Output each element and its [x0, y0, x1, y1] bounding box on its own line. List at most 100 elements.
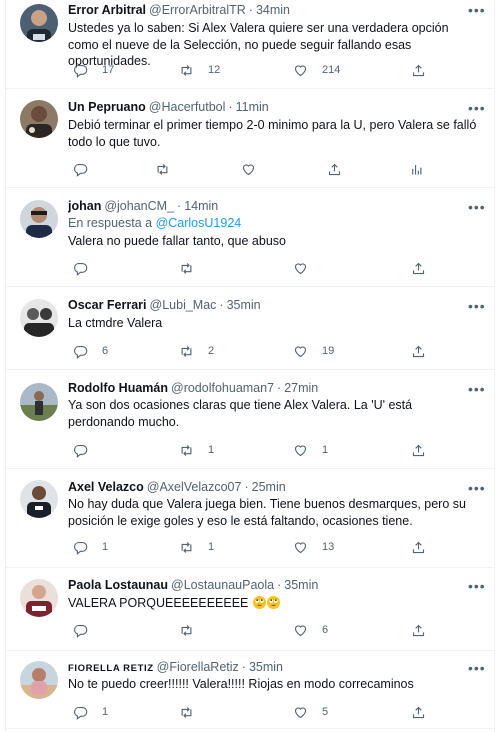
author-handle[interactable]: @FiorellaRetiz — [157, 660, 239, 674]
avatar[interactable] — [20, 579, 58, 617]
like-button[interactable]: 5 — [293, 703, 328, 721]
tweet-text: VALERA PORQUEEEEEEEEEE — [68, 596, 249, 610]
tweet-time[interactable]: 14min — [184, 199, 218, 213]
reply-button[interactable] — [73, 160, 88, 178]
author-handle[interactable]: @ErrorArbitralTR — [149, 3, 246, 17]
share-button[interactable] — [411, 621, 426, 639]
retweet-button[interactable]: 12 — [179, 61, 220, 79]
retweet-icon — [179, 344, 194, 359]
author-name[interactable]: FIORELLA RETIZ — [68, 663, 154, 674]
reply-context: En respuesta a @CarlosU1924 — [68, 215, 241, 231]
like-button[interactable] — [241, 160, 256, 178]
tweet-time[interactable]: 11min — [236, 100, 269, 114]
reply-button[interactable]: 1 — [73, 703, 108, 721]
tweet-header: Rodolfo Huamán @rodolfohuaman7 · 27min — [68, 381, 319, 395]
reply-button[interactable]: 1 — [73, 538, 108, 556]
heart-icon — [241, 162, 256, 177]
reply-icon — [73, 63, 88, 78]
like-button[interactable] — [293, 259, 308, 277]
tweet-text-row: VALERA PORQUEEEEEEEEEE — [68, 595, 480, 612]
tweet-actions: 17 12 214 — [68, 61, 480, 79]
share-button[interactable] — [411, 538, 426, 556]
heart-icon — [293, 344, 308, 359]
tweet-time[interactable]: 27min — [284, 381, 318, 395]
tweet-time[interactable]: 35min — [284, 578, 318, 592]
reply-icon — [73, 623, 88, 638]
like-button[interactable]: 19 — [293, 342, 334, 360]
reply-button[interactable]: 17 — [73, 61, 114, 79]
avatar[interactable] — [20, 480, 58, 518]
share-button[interactable] — [411, 342, 426, 360]
author-name[interactable]: Axel Velazco — [68, 480, 144, 494]
avatar[interactable] — [20, 383, 58, 421]
tweet-item[interactable]: Rodolfo Huamán @rodolfohuaman7 · 27min ••• … — [6, 370, 494, 469]
reply-button[interactable] — [73, 441, 88, 459]
like-button[interactable]: 1 — [293, 441, 328, 459]
tweet-time[interactable]: 35min — [249, 660, 283, 674]
retweet-icon — [179, 63, 194, 78]
author-name[interactable]: Oscar Ferrari — [68, 298, 147, 312]
retweet-button[interactable] — [179, 621, 194, 639]
retweet-button[interactable]: 1 — [179, 538, 214, 556]
reply-button[interactable] — [73, 621, 88, 639]
author-handle[interactable]: @LostaunauPaola — [171, 578, 274, 592]
share-button[interactable] — [411, 441, 426, 459]
like-button[interactable]: 214 — [293, 61, 340, 79]
share-button[interactable] — [411, 703, 426, 721]
share-button[interactable] — [411, 259, 426, 277]
tweet-item[interactable]: Un Pepruano @Hacerfutbol · 11min ••• Debió … — [6, 89, 494, 188]
tweet-time[interactable]: 25min — [252, 480, 286, 494]
tweet-item[interactable]: Paola Lostaunau @LostaunauPaola · 35min •••… — [6, 568, 494, 651]
more-icon[interactable]: ••• — [468, 3, 485, 20]
reply-mention-link[interactable]: @CarlosU1924 — [156, 216, 242, 230]
more-icon[interactable]: ••• — [468, 299, 485, 316]
retweet-button[interactable]: 1 — [179, 441, 214, 459]
author-handle[interactable]: @rodolfohuaman7 — [171, 381, 274, 395]
avatar[interactable] — [20, 4, 58, 42]
share-icon — [411, 540, 426, 555]
reply-button[interactable] — [73, 259, 88, 277]
more-icon[interactable]: ••• — [468, 579, 485, 596]
like-button[interactable]: 6 — [293, 621, 328, 639]
retweet-icon — [179, 261, 194, 276]
reply-icon — [73, 705, 88, 720]
more-icon[interactable]: ••• — [468, 200, 485, 217]
author-name[interactable]: Rodolfo Huamán — [68, 381, 168, 395]
share-button[interactable] — [411, 61, 426, 79]
tweet-item[interactable]: Error Arbitral @ErrorArbitralTR · 34min •••… — [6, 0, 494, 89]
tweet-feed: Error Arbitral @ErrorArbitralTR · 34min •••… — [5, 0, 495, 732]
author-handle[interactable]: @Hacerfutbol — [149, 100, 226, 114]
reply-icon — [73, 162, 88, 177]
share-button[interactable] — [327, 160, 342, 178]
like-button[interactable]: 13 — [293, 538, 334, 556]
author-handle[interactable]: @johanCM_ — [104, 199, 174, 213]
tweet-item[interactable]: Axel Velazco @AxelVelazco07 · 25min ••• No … — [6, 469, 494, 568]
avatar[interactable] — [20, 299, 58, 337]
author-handle[interactable]: @AxelVelazco07 — [147, 480, 242, 494]
tweet-time[interactable]: 35min — [227, 298, 261, 312]
retweet-button[interactable] — [179, 259, 194, 277]
tweet-text: Valera no puede fallar tanto, que abuso — [68, 234, 286, 248]
share-icon — [411, 63, 426, 78]
author-handle[interactable]: @Lubi_Mac — [150, 298, 217, 312]
author-name[interactable]: Error Arbitral — [68, 3, 146, 17]
tweet-time[interactable]: 34min — [256, 3, 290, 17]
tweet-item[interactable]: Oscar Ferrari @Lubi_Mac · 35min ••• La ctmd… — [6, 287, 494, 370]
avatar[interactable] — [20, 200, 58, 238]
avatar[interactable] — [20, 100, 58, 138]
author-name[interactable]: johan — [68, 199, 101, 213]
retweet-button[interactable]: 2 — [179, 342, 214, 360]
tweet-item[interactable]: johan @johanCM_ · 14min ••• En respuesta a … — [6, 188, 494, 287]
tweet-actions: 1 1 — [68, 441, 480, 459]
author-name[interactable]: Un Pepruano — [68, 100, 146, 114]
heart-icon — [293, 261, 308, 276]
author-name[interactable]: Paola Lostaunau — [68, 578, 168, 592]
reply-button[interactable]: 6 — [73, 342, 108, 360]
retweet-button[interactable] — [155, 160, 170, 178]
like-count: 6 — [322, 624, 329, 636]
retweet-button[interactable] — [179, 703, 194, 721]
analytics-button[interactable] — [409, 160, 424, 178]
avatar[interactable] — [20, 661, 58, 699]
more-icon[interactable]: ••• — [468, 101, 485, 118]
tweet-item[interactable]: FIORELLA RETIZ @FiorellaRetiz · 35min ••• N… — [6, 651, 494, 729]
